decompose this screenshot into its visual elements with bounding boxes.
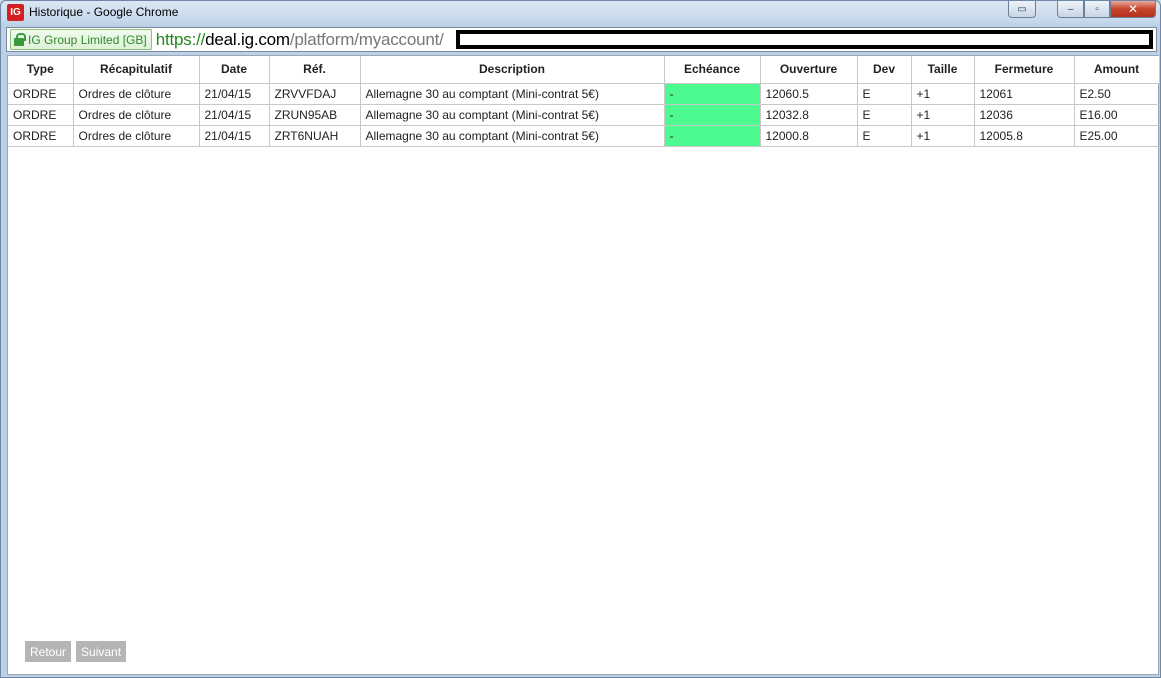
cell-amount: E2.50 (1073, 82, 1160, 105)
maximize-button[interactable]: ▫ (1084, 1, 1110, 18)
cell-description: Allemagne 30 au comptant (Mini-contrat 5… (359, 82, 665, 105)
minimize-button[interactable]: – (1057, 1, 1084, 18)
page-content: Type Récapitulatif Date Réf. Description… (7, 55, 1160, 675)
next-button[interactable]: Suivant (76, 641, 127, 662)
cell-type: ORDRE (8, 82, 74, 105)
url-scheme: https:// (155, 29, 206, 49)
cell-fermeture: 12061 (973, 82, 1075, 105)
cell-echeance: - (663, 82, 761, 105)
cell-ref: ZRT6NUAH (268, 124, 361, 147)
cell-description: Allemagne 30 au comptant (Mini-contrat 5… (359, 103, 665, 126)
cell-type: ORDRE (8, 103, 74, 126)
cell-ref: ZRVVFDAJ (268, 82, 361, 105)
security-label: IG Group Limited [GB] (28, 32, 147, 47)
redaction-box (456, 30, 1153, 49)
header-amount[interactable]: Amount (1073, 56, 1160, 84)
header-date[interactable]: Date (198, 56, 270, 84)
cell-taille: +1 (910, 82, 975, 105)
cell-fermeture: 12005.8 (973, 124, 1075, 147)
cell-dev: E (856, 103, 912, 126)
table-row[interactable]: ORDRE Ordres de clôture 21/04/15 ZRUN95A… (8, 103, 1160, 126)
cell-ouverture: 12032.8 (759, 103, 858, 126)
cell-fermeture: 12036 (973, 103, 1075, 126)
url-path: /platform/myaccount/ (289, 29, 444, 49)
cell-type: ORDRE (8, 124, 74, 147)
browser-window: IG Historique - Google Chrome ▭ – ▫ ✕ IG… (0, 0, 1161, 678)
cell-ouverture: 12000.8 (759, 124, 858, 147)
header-type[interactable]: Type (8, 56, 74, 84)
header-ouverture[interactable]: Ouverture (759, 56, 858, 84)
cell-date: 21/04/15 (198, 103, 270, 126)
cell-dev: E (856, 124, 912, 147)
table-row[interactable]: ORDRE Ordres de clôture 21/04/15 ZRVVFDA… (8, 82, 1160, 105)
cell-amount: E16.00 (1073, 103, 1160, 126)
cell-amount: E25.00 (1073, 124, 1160, 147)
close-button[interactable]: ✕ (1110, 1, 1156, 18)
table-row[interactable]: ORDRE Ordres de clôture 21/04/15 ZRT6NUA… (8, 124, 1160, 147)
url-text[interactable]: https://deal.ig.com/platform/myaccount/ (156, 30, 444, 50)
cell-dev: E (856, 82, 912, 105)
header-fermeture[interactable]: Fermeture (973, 56, 1075, 84)
cell-ref: ZRUN95AB (268, 103, 361, 126)
back-button[interactable]: Retour (25, 641, 72, 662)
cell-taille: +1 (910, 103, 975, 126)
title-bar: IG Historique - Google Chrome ▭ – ▫ ✕ (1, 1, 1160, 25)
header-ref[interactable]: Réf. (268, 56, 361, 84)
lock-icon (14, 33, 26, 46)
cell-recapitulatif: Ordres de clôture (72, 103, 200, 126)
window-title: Historique - Google Chrome (29, 5, 179, 19)
url-host: deal.ig.com (205, 29, 290, 49)
address-bar[interactable]: IG Group Limited [GB] https://deal.ig.co… (6, 27, 1157, 52)
cell-description: Allemagne 30 au comptant (Mini-contrat 5… (359, 124, 665, 147)
cell-date: 21/04/15 (198, 82, 270, 105)
cell-ouverture: 12060.5 (759, 82, 858, 105)
cell-recapitulatif: Ordres de clôture (72, 82, 200, 105)
cell-echeance: - (663, 124, 761, 147)
header-taille[interactable]: Taille (910, 56, 975, 84)
pagination: Retour Suivant (25, 641, 127, 662)
header-recapitulatif[interactable]: Récapitulatif (72, 56, 200, 84)
cell-date: 21/04/15 (198, 124, 270, 147)
header-dev[interactable]: Dev (856, 56, 912, 84)
cell-echeance: - (663, 103, 761, 126)
header-echeance[interactable]: Echéance (663, 56, 761, 84)
window-switch-icon[interactable]: ▭ (1008, 1, 1036, 18)
ig-app-icon: IG (7, 4, 24, 21)
cell-taille: +1 (910, 124, 975, 147)
history-table: Type Récapitulatif Date Réf. Description… (8, 56, 1160, 147)
table-header-row: Type Récapitulatif Date Réf. Description… (8, 56, 1160, 84)
cell-recapitulatif: Ordres de clôture (72, 124, 200, 147)
security-badge[interactable]: IG Group Limited [GB] (10, 29, 152, 50)
header-description[interactable]: Description (359, 56, 665, 84)
